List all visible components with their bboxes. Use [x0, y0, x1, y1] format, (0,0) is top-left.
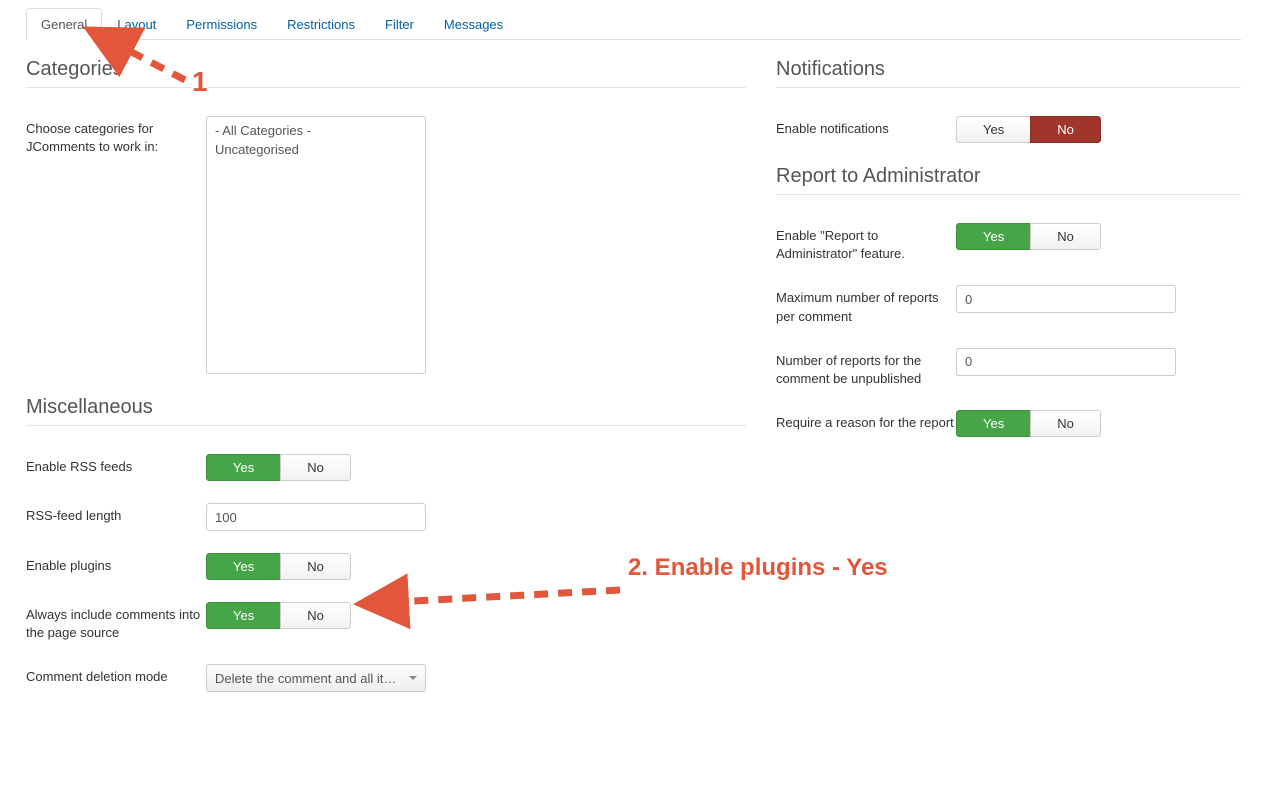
tab-permissions[interactable]: Permissions [171, 8, 272, 40]
deletion-mode-select[interactable]: Delete the comment and all it… [206, 664, 426, 692]
enable-report-label: Enable "Report to Administrator" feature… [776, 223, 956, 263]
always-include-yes[interactable]: Yes [206, 602, 280, 629]
reports-unpub-label: Number of reports for the comment be unp… [776, 348, 956, 388]
section-report-title: Report to Administrator [776, 165, 1241, 195]
require-reason-toggle: Yes No [956, 410, 1101, 437]
section-misc-title: Miscellaneous [26, 396, 746, 426]
section-categories-title: Categories [26, 58, 746, 88]
choose-categories-label: Choose categories for JComments to work … [26, 116, 206, 156]
enable-rss-label: Enable RSS feeds [26, 454, 206, 476]
chevron-down-icon [409, 676, 417, 680]
enable-plugins-yes[interactable]: Yes [206, 553, 280, 580]
max-reports-input[interactable] [956, 285, 1176, 313]
enable-notifications-toggle: Yes No [956, 116, 1101, 143]
enable-report-toggle: Yes No [956, 223, 1101, 250]
enable-report-no[interactable]: No [1030, 223, 1101, 250]
enable-plugins-toggle: Yes No [206, 553, 351, 580]
rss-length-label: RSS-feed length [26, 503, 206, 525]
require-reason-yes[interactable]: Yes [956, 410, 1030, 437]
categories-select[interactable]: - All Categories - Uncategorised [206, 116, 426, 374]
reports-unpub-input[interactable] [956, 348, 1176, 376]
enable-rss-no[interactable]: No [280, 454, 351, 481]
tab-layout[interactable]: Layout [102, 8, 171, 40]
always-include-label: Always include comments into the page so… [26, 602, 206, 642]
always-include-no[interactable]: No [280, 602, 351, 629]
enable-notifications-label: Enable notifications [776, 116, 956, 138]
enable-rss-toggle: Yes No [206, 454, 351, 481]
enable-report-yes[interactable]: Yes [956, 223, 1030, 250]
enable-plugins-no[interactable]: No [280, 553, 351, 580]
max-reports-label: Maximum number of reports per comment [776, 285, 956, 325]
category-option-all[interactable]: - All Categories - [211, 121, 421, 140]
settings-tabs: General Layout Permissions Restrictions … [26, 8, 1241, 40]
enable-plugins-label: Enable plugins [26, 553, 206, 575]
always-include-toggle: Yes No [206, 602, 351, 629]
tab-filter[interactable]: Filter [370, 8, 429, 40]
rss-length-input[interactable] [206, 503, 426, 531]
require-reason-no[interactable]: No [1030, 410, 1101, 437]
section-notifications-title: Notifications [776, 58, 1241, 88]
deletion-mode-label: Comment deletion mode [26, 664, 206, 686]
require-reason-label: Require a reason for the report [776, 410, 956, 432]
deletion-mode-value: Delete the comment and all it… [215, 671, 396, 686]
category-option-uncategorised[interactable]: Uncategorised [211, 140, 421, 159]
tab-restrictions[interactable]: Restrictions [272, 8, 370, 40]
tab-messages[interactable]: Messages [429, 8, 518, 40]
enable-notifications-no[interactable]: No [1030, 116, 1101, 143]
tab-general[interactable]: General [26, 8, 102, 40]
enable-rss-yes[interactable]: Yes [206, 454, 280, 481]
enable-notifications-yes[interactable]: Yes [956, 116, 1030, 143]
